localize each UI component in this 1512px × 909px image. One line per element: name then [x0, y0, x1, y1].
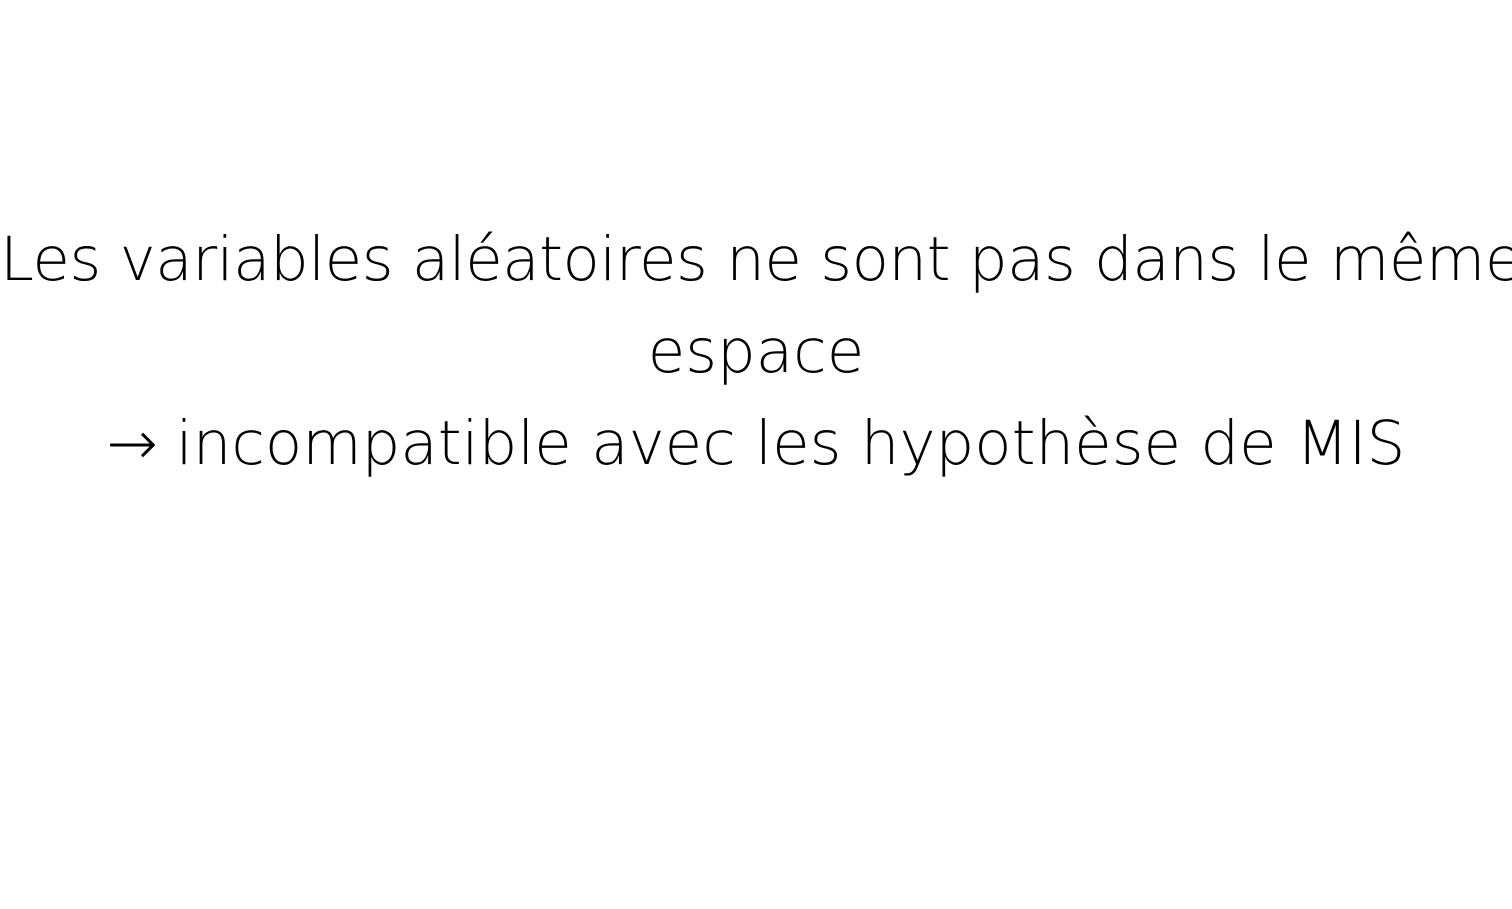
- statement-line-2: espace: [647, 316, 865, 387]
- slide: Les variables aléatoires ne sont pas dan…: [0, 0, 1512, 909]
- conclusion-text: incompatible avec les hypothèse de MIS: [175, 408, 1406, 479]
- right-arrow-icon: →: [106, 408, 158, 479]
- conclusion-line: → incompatible avec les hypothèse de MIS: [0, 398, 1512, 490]
- slide-body: Les variables aléatoires ne sont pas dan…: [0, 214, 1512, 490]
- statement-line-1: Les variables aléatoires ne sont pas dan…: [0, 224, 1512, 295]
